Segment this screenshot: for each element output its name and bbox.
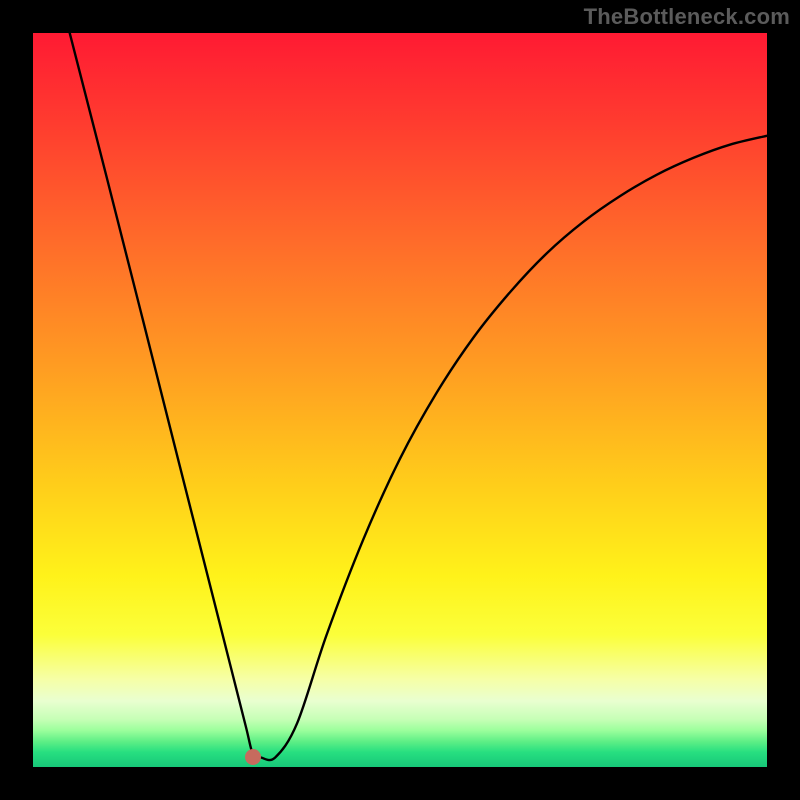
watermark-text: TheBottleneck.com (584, 4, 790, 30)
chart-frame: TheBottleneck.com (0, 0, 800, 800)
minimum-marker (245, 749, 261, 765)
bottleneck-curve (70, 33, 767, 760)
plot-area (33, 33, 767, 767)
curve-svg (33, 33, 767, 767)
